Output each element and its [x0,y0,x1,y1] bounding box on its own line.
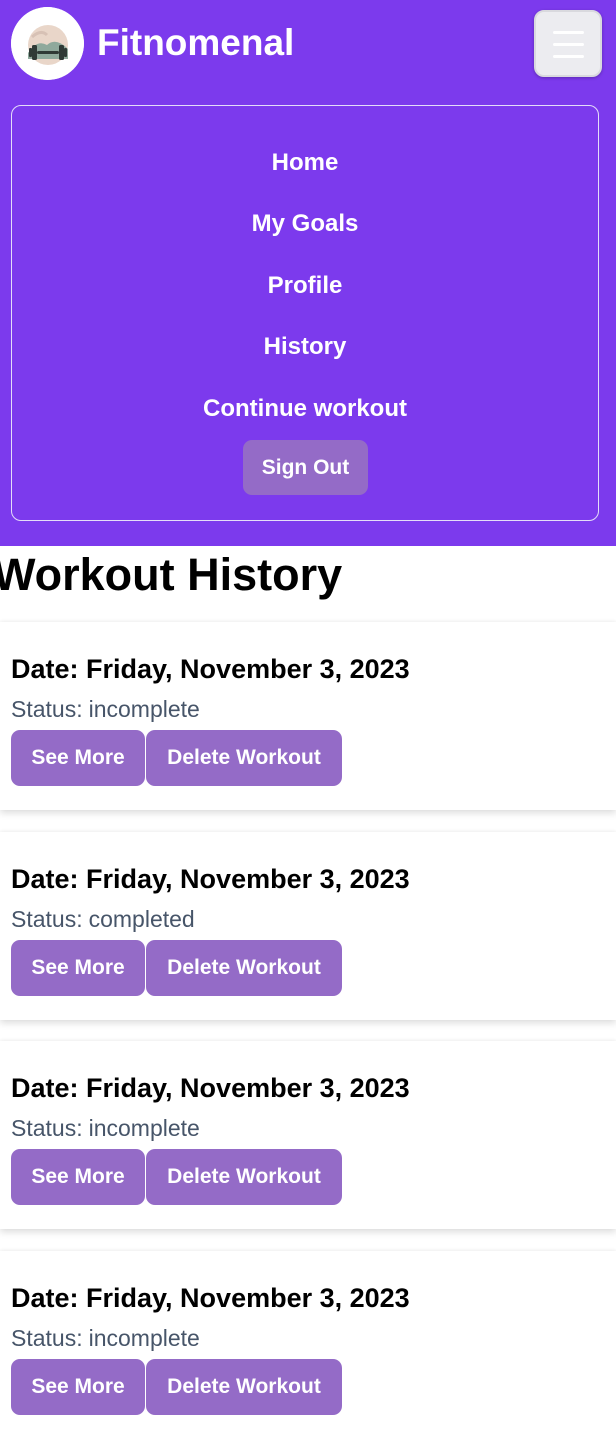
date-label: Date: [11,654,79,684]
workout-date: Date: Friday, November 3, 2023 [11,862,410,896]
see-more-button[interactable]: See More [11,1149,145,1205]
workout-status: Status: incomplete [11,1323,200,1353]
status-label: Status: [11,1325,83,1351]
nav-menu-panel: Home My Goals Profile History Continue w… [11,105,599,521]
hamburger-menu-icon-line [553,55,584,58]
date-value: Friday, November 3, 2023 [86,1073,410,1103]
status-label: Status: [11,696,83,722]
workout-card: Date: Friday, November 3, 2023 Status: in… [0,622,616,810]
workout-card: Date: Friday, November 3, 2023 Status: in… [0,1041,616,1229]
workout-status: Status: completed [11,904,195,934]
workout-status: Status: incomplete [11,1113,200,1143]
see-more-button[interactable]: See More [11,940,145,996]
date-value: Friday, November 3, 2023 [86,1283,410,1313]
delete-workout-button[interactable]: Delete Workout [146,1359,342,1415]
status-label: Status: [11,1115,83,1141]
app-logo[interactable] [11,7,84,80]
workout-date: Date: Friday, November 3, 2023 [11,1071,410,1105]
nav-link-home[interactable]: Home [12,148,598,178]
hamburger-menu-icon-line [553,31,584,34]
see-more-button[interactable]: See More [11,730,145,786]
date-value: Friday, November 3, 2023 [86,864,410,894]
hamburger-menu-button[interactable] [534,10,602,77]
app-name[interactable]: Fitnomenal [97,20,294,66]
workout-status: Status: incomplete [11,694,200,724]
status-value: incomplete [88,696,200,722]
dumbbell-logo-icon [11,7,84,80]
delete-workout-button[interactable]: Delete Workout [146,730,342,786]
date-label: Date: [11,1283,79,1313]
navbar: Fitnomenal Home My Goals Profile History… [0,0,616,546]
nav-link-my-goals[interactable]: My Goals [12,209,598,239]
nav-link-history[interactable]: History [12,332,598,362]
hamburger-menu-icon-line [553,43,584,46]
sign-out-button[interactable]: Sign Out [243,440,368,495]
workout-card: Date: Friday, November 3, 2023 Status: co… [0,832,616,1020]
status-value: incomplete [88,1115,200,1141]
page-title: Workout History [0,549,343,600]
workout-date: Date: Friday, November 3, 2023 [11,652,410,686]
status-value: completed [88,906,195,932]
date-label: Date: [11,1073,79,1103]
see-more-button[interactable]: See More [11,1359,145,1415]
date-value: Friday, November 3, 2023 [86,654,410,684]
status-label: Status: [11,906,83,932]
nav-link-profile[interactable]: Profile [12,271,598,301]
workout-date: Date: Friday, November 3, 2023 [11,1281,410,1315]
date-label: Date: [11,864,79,894]
nav-link-continue-workout[interactable]: Continue workout [12,394,598,424]
delete-workout-button[interactable]: Delete Workout [146,1149,342,1205]
delete-workout-button[interactable]: Delete Workout [146,940,342,996]
status-value: incomplete [88,1325,200,1351]
workout-card: Date: Friday, November 3, 2023 Status: in… [0,1251,616,1439]
